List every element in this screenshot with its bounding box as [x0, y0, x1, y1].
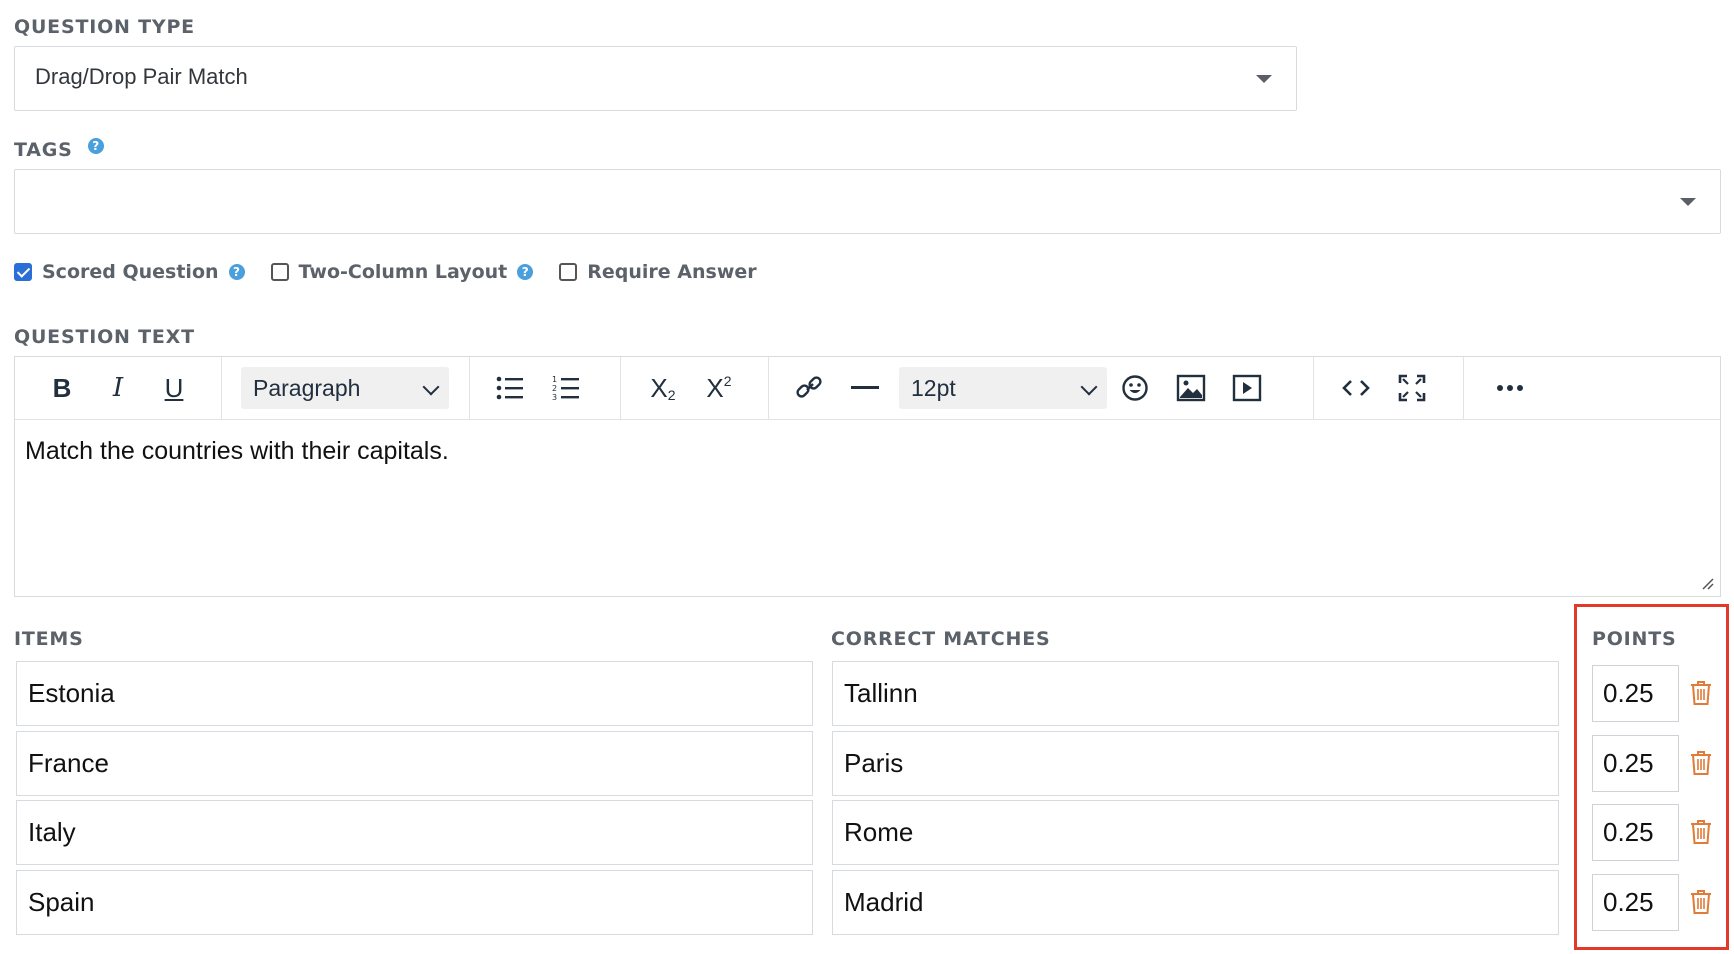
link-icon[interactable]: [789, 369, 829, 407]
question-type-value: Drag/Drop Pair Match: [35, 64, 248, 89]
image-icon[interactable]: [1171, 369, 1211, 407]
question-text-label: QUESTION TEXT: [14, 326, 195, 348]
points-column-highlight: [1574, 604, 1729, 950]
editor-content[interactable]: Match the countries with their capitals.: [25, 437, 449, 466]
chevron-down-icon: [1680, 198, 1696, 206]
editor-toolbar: B I U Paragraph 123 X2 X2 12pt: [15, 357, 1720, 420]
code-icon[interactable]: [1336, 369, 1376, 407]
horizontal-line-icon[interactable]: [845, 369, 885, 407]
chevron-down-icon: [1080, 378, 1098, 396]
require-answer-label[interactable]: Require Answer: [587, 261, 756, 283]
item-input[interactable]: Estonia: [16, 661, 813, 726]
italic-icon[interactable]: I: [98, 369, 138, 407]
chevron-down-icon: [422, 378, 440, 396]
bold-icon[interactable]: B: [42, 369, 82, 407]
superscript-icon[interactable]: X2: [699, 369, 739, 407]
svg-text:1: 1: [552, 375, 557, 384]
items-label: ITEMS: [14, 628, 84, 650]
match-input[interactable]: Madrid: [832, 870, 1559, 935]
numbered-list-icon[interactable]: 123: [546, 369, 586, 407]
correct-matches-label: CORRECT MATCHES: [831, 628, 1051, 650]
match-input[interactable]: Paris: [832, 731, 1559, 796]
tags-select[interactable]: [14, 169, 1721, 234]
toolbar-group-script: X2 X2: [621, 357, 769, 419]
two-column-layout-checkbox[interactable]: [270, 263, 289, 281]
bullet-list-icon[interactable]: [490, 369, 530, 407]
toolbar-group-view: [1314, 357, 1464, 419]
item-input[interactable]: Spain: [16, 870, 813, 935]
item-input[interactable]: France: [16, 731, 813, 796]
toolbar-group-lists: 123: [470, 357, 621, 419]
fullscreen-icon[interactable]: [1392, 369, 1432, 407]
media-icon[interactable]: [1227, 369, 1267, 407]
resize-handle-icon[interactable]: [1702, 578, 1714, 590]
block-format-value: Paragraph: [253, 375, 361, 401]
svg-text:2: 2: [552, 384, 557, 393]
tags-label-text: TAGS: [14, 139, 73, 161]
more-icon[interactable]: [1490, 369, 1530, 407]
svg-text:3: 3: [552, 393, 557, 402]
help-icon[interactable]: ?: [517, 264, 534, 280]
question-type-label: QUESTION TYPE: [14, 16, 195, 38]
emoji-icon[interactable]: [1115, 369, 1155, 407]
font-size-select[interactable]: 12pt: [899, 367, 1107, 409]
subscript-icon[interactable]: X2: [643, 369, 683, 407]
two-column-layout-label[interactable]: Two-Column Layout: [299, 261, 508, 283]
match-input[interactable]: Tallinn: [832, 661, 1559, 726]
scored-question-checkbox[interactable]: [14, 263, 32, 281]
block-format-select[interactable]: Paragraph: [241, 367, 449, 409]
match-input[interactable]: Rome: [832, 800, 1559, 865]
toolbar-group-format: B I U: [15, 357, 222, 419]
underline-icon[interactable]: U: [154, 369, 194, 407]
help-icon[interactable]: ?: [88, 137, 105, 154]
rich-text-editor[interactable]: B I U Paragraph 123 X2 X2 12pt Match the…: [14, 356, 1721, 597]
question-type-select[interactable]: Drag/Drop Pair Match: [14, 46, 1297, 111]
chevron-down-icon: [1256, 75, 1272, 83]
tags-label: TAGS ?: [14, 137, 105, 161]
toolbar-group-block: Paragraph: [222, 357, 470, 419]
help-icon[interactable]: ?: [228, 264, 245, 280]
question-options: Scored Question ? Two-Column Layout ? Re…: [14, 259, 757, 285]
scored-question-label[interactable]: Scored Question: [42, 261, 219, 283]
toolbar-group-insert: 12pt: [769, 357, 1314, 419]
font-size-value: 12pt: [911, 375, 956, 401]
item-input[interactable]: Italy: [16, 800, 813, 865]
require-answer-checkbox[interactable]: [559, 263, 578, 281]
